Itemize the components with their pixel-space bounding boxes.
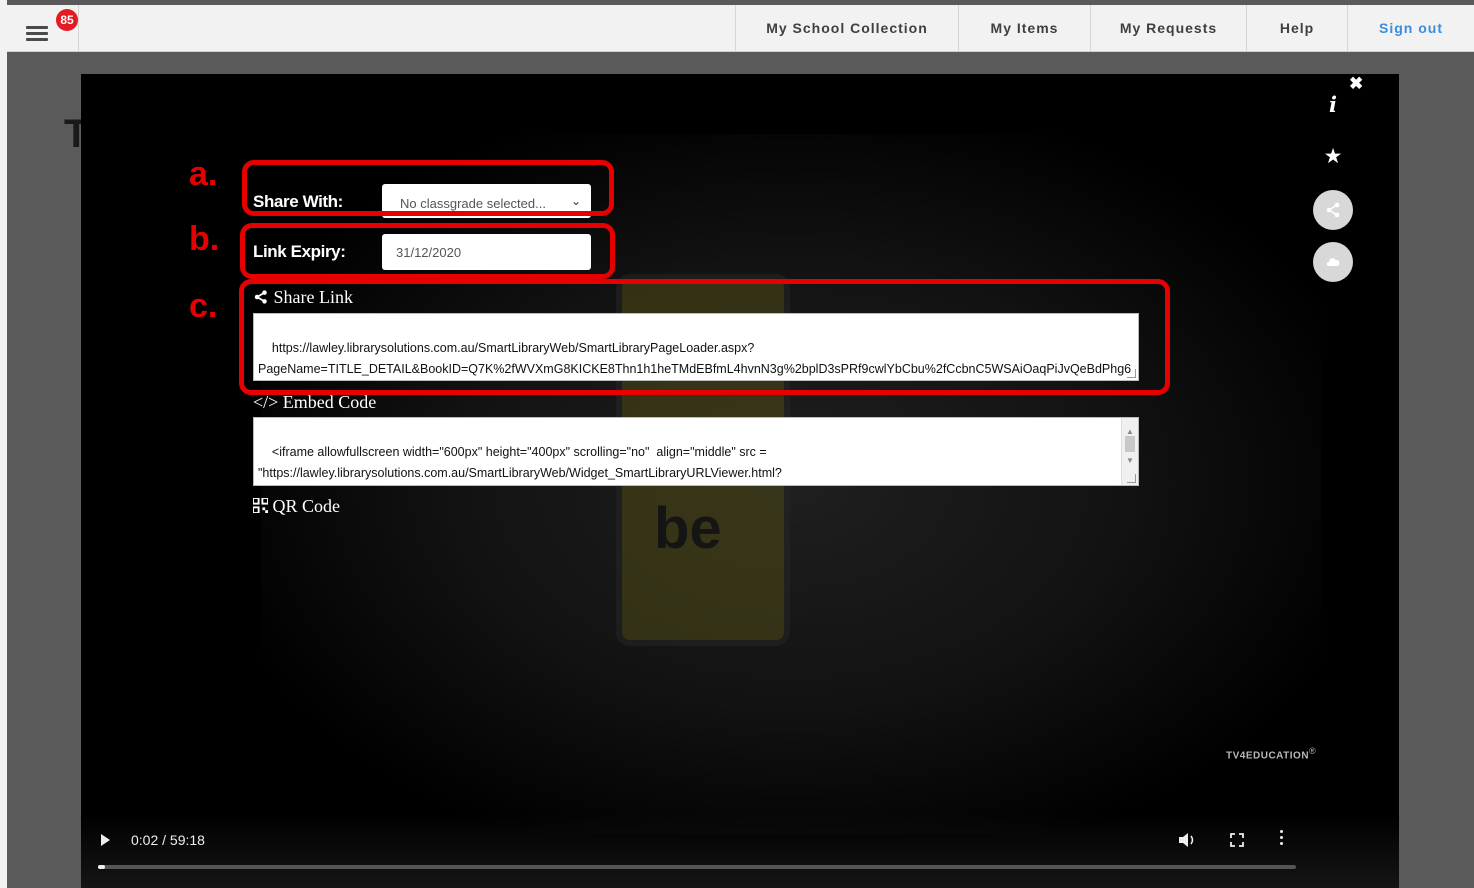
- embed-code-textarea[interactable]: <iframe allowfullscreen width="600px" he…: [253, 417, 1139, 486]
- qr-code-heading[interactable]: QR Code: [252, 496, 341, 517]
- nav-help[interactable]: Help: [1246, 5, 1347, 51]
- volume-icon[interactable]: [1178, 832, 1196, 848]
- embed-code-label: </> Embed Code: [253, 392, 377, 412]
- close-icon[interactable]: ✖: [1349, 74, 1363, 94]
- hamburger-menu-icon[interactable]: 85: [24, 9, 78, 45]
- annotation-label-a: a.: [189, 155, 218, 193]
- annotation-box-b: [240, 223, 615, 279]
- play-icon[interactable]: [101, 834, 110, 846]
- page-left-edge: [0, 0, 7, 888]
- nav-my-school-collection[interactable]: My School Collection: [735, 5, 958, 51]
- annotation-label-c: c.: [189, 287, 218, 325]
- top-navigation-bar: 85 My School Collection My Items My Requ…: [7, 5, 1474, 52]
- embed-code-value: <iframe allowfullscreen width="600px" he…: [258, 445, 782, 480]
- qr-code-icon: [252, 497, 269, 514]
- annotation-box-c: [239, 279, 1170, 395]
- annotation-label-b: b.: [189, 220, 220, 258]
- progress-bar[interactable]: [98, 865, 1296, 869]
- time-display: 0:02 / 59:18: [131, 832, 205, 848]
- annotation-box-a: [242, 160, 614, 216]
- video-controls: 0:02 / 59:18: [81, 814, 1399, 888]
- info-icon[interactable]: i: [1321, 92, 1345, 117]
- share-icon[interactable]: [1313, 190, 1353, 230]
- star-icon[interactable]: ★: [1321, 144, 1345, 169]
- qr-code-label: QR Code: [272, 496, 341, 516]
- notification-badge: 85: [56, 9, 78, 31]
- nav-my-requests[interactable]: My Requests: [1090, 5, 1246, 51]
- progress-fill: [98, 865, 106, 869]
- fullscreen-icon[interactable]: [1229, 832, 1245, 848]
- resize-grip[interactable]: [1127, 474, 1136, 483]
- channel-watermark: TV4EDUCATION®: [1226, 746, 1317, 762]
- divider: [78, 5, 79, 51]
- more-vertical-icon[interactable]: [1279, 830, 1285, 848]
- cloud-icon[interactable]: [1313, 242, 1353, 282]
- nav-sign-out[interactable]: Sign out: [1347, 5, 1474, 51]
- nav-my-items[interactable]: My Items: [958, 5, 1090, 51]
